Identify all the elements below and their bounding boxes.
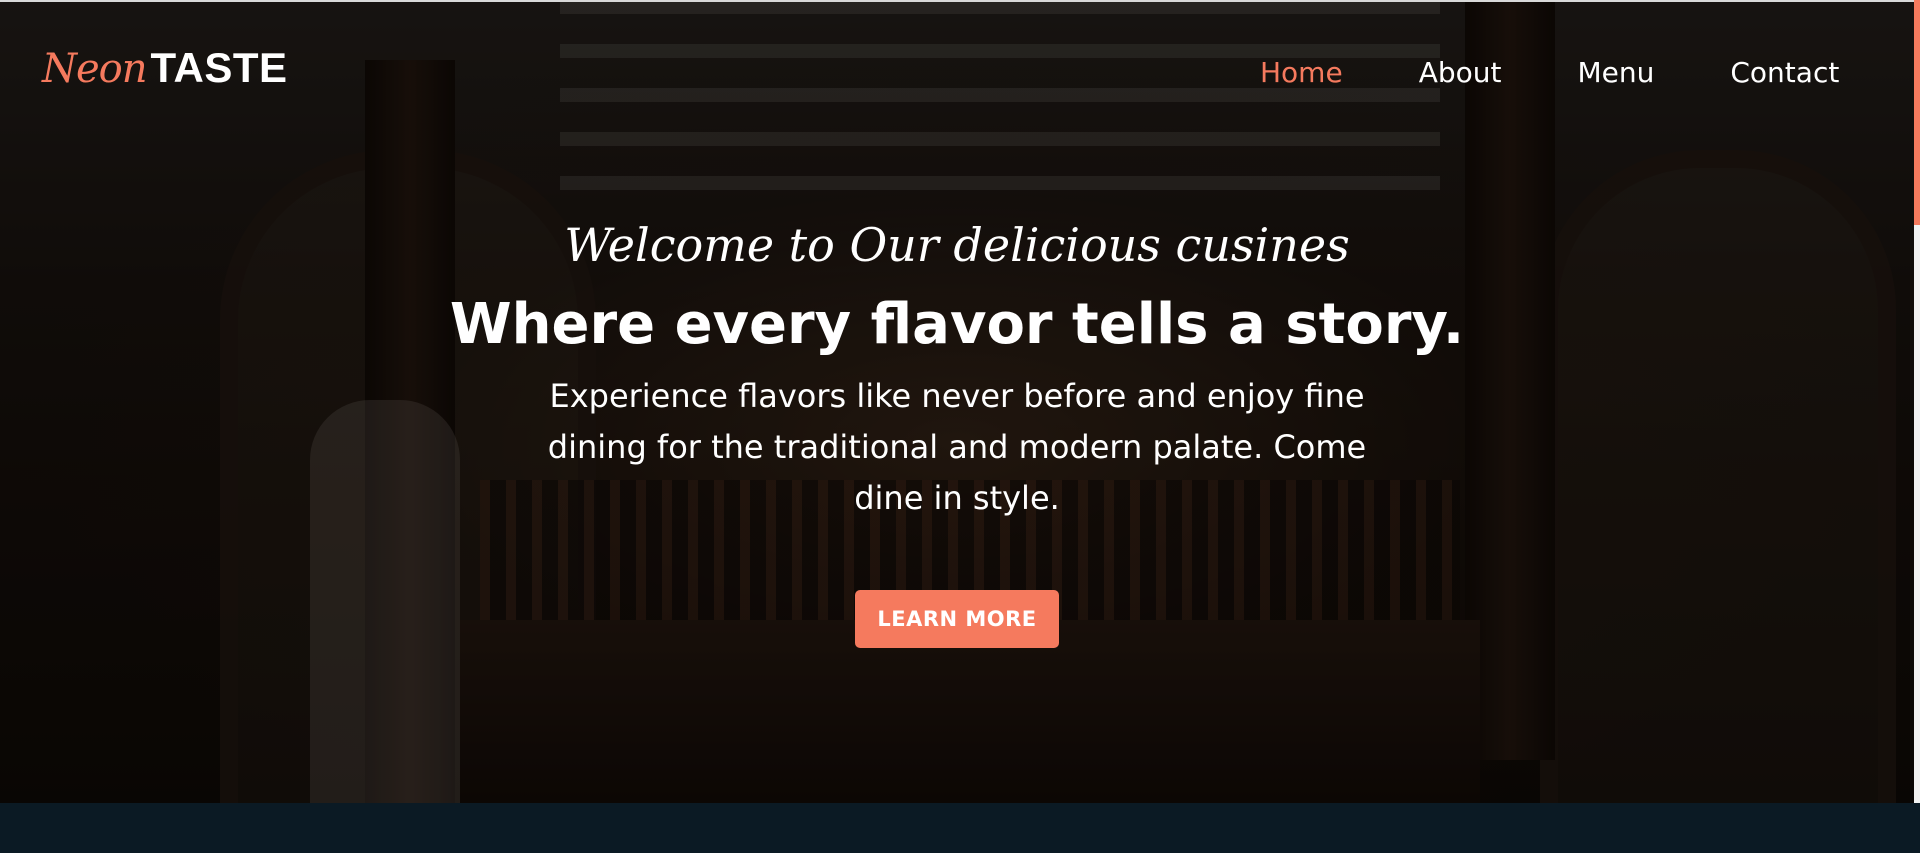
browser-top-edge <box>0 0 1914 2</box>
nav-item-home[interactable]: Home <box>1260 56 1343 89</box>
hero-subtext: Experience flavors like never before and… <box>547 377 1367 517</box>
nav-item-about[interactable]: About <box>1419 56 1502 89</box>
scrollbar-thumb[interactable] <box>1914 0 1920 225</box>
scrollbar-track[interactable] <box>1914 225 1920 803</box>
page: Neon TASTE Home About Menu Contact Welco… <box>0 0 1920 853</box>
logo-main-text: TASTE <box>150 44 288 91</box>
next-section-band <box>0 803 1920 853</box>
learn-more-button[interactable]: LEARN MORE <box>855 590 1059 648</box>
nav-item-menu[interactable]: Menu <box>1577 56 1654 89</box>
logo-script-text: Neon <box>42 46 148 92</box>
main-nav: Home About Menu Contact <box>1260 56 1839 89</box>
hero-section: Neon TASTE Home About Menu Contact Welco… <box>0 0 1914 803</box>
brand-logo[interactable]: Neon TASTE <box>42 44 288 92</box>
nav-item-contact[interactable]: Contact <box>1730 56 1839 89</box>
hero-welcome-text: Welcome to Our delicious cusines <box>564 218 1350 272</box>
hero-content: Welcome to Our delicious cusines Where e… <box>0 215 1914 648</box>
hero-headline: Where every flavor tells a story. <box>449 292 1465 357</box>
